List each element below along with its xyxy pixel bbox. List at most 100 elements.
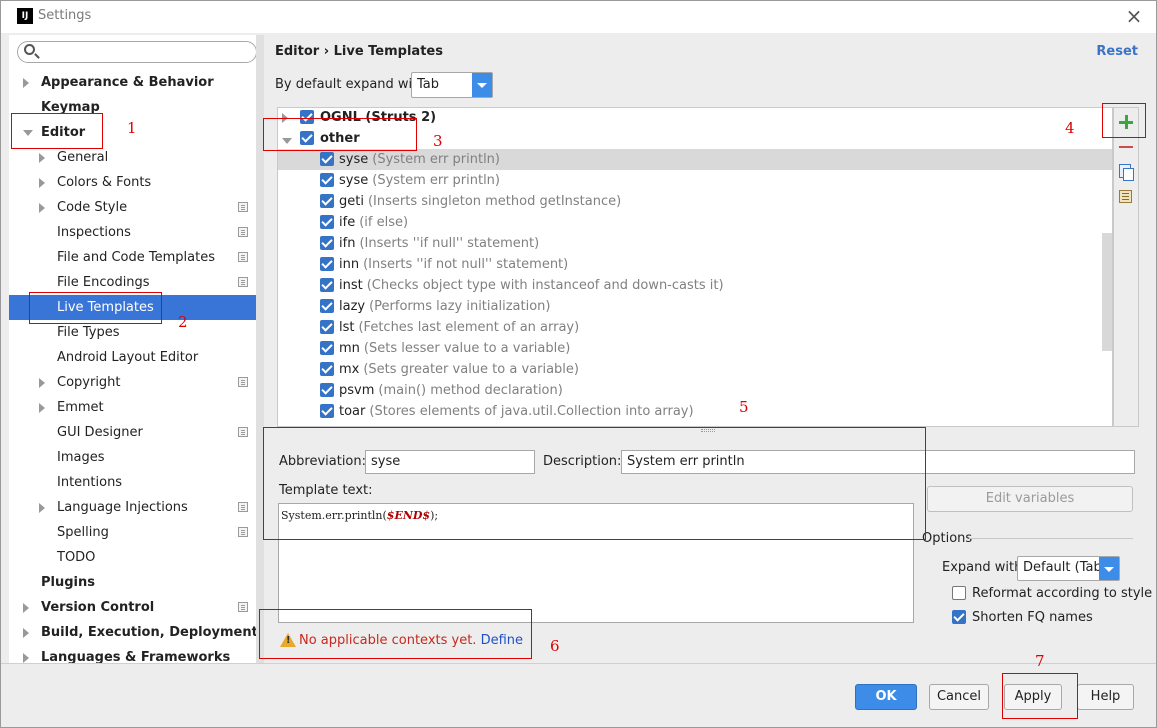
template-row[interactable]: psvm (main() method declaration): [278, 380, 1112, 401]
template-text: psvm (main() method declaration): [339, 380, 563, 401]
template-checkbox[interactable]: [320, 236, 334, 250]
help-button[interactable]: Help: [1077, 684, 1134, 710]
reformat-label: Reformat according to style: [972, 586, 1153, 601]
template-checkbox[interactable]: [320, 194, 334, 208]
template-abbreviation: inst: [339, 278, 363, 293]
sidebar-item-appearance-behavior[interactable]: Appearance & Behavior: [9, 70, 264, 95]
template-checkbox[interactable]: [320, 152, 334, 166]
template-checkbox[interactable]: [320, 320, 334, 334]
sidebar-item-emmet[interactable]: Emmet: [9, 395, 264, 420]
sidebar-item-code-style[interactable]: Code Style: [9, 195, 264, 220]
sidebar-item-spelling[interactable]: Spelling: [9, 520, 264, 545]
collapse-arrow-icon[interactable]: [39, 203, 45, 213]
template-checkbox[interactable]: [320, 173, 334, 187]
collapse-arrow-icon[interactable]: [23, 628, 29, 638]
template-row[interactable]: lst (Fetches last element of an array): [278, 317, 1112, 338]
template-text: ifn (Inserts ''if null'' statement): [339, 233, 539, 254]
template-text: inn (Inserts ''if not null'' statement): [339, 254, 568, 275]
collapse-arrow-icon[interactable]: [23, 653, 29, 663]
template-text: toar (Stores elements of java.util.Collec…: [339, 401, 694, 422]
collapse-arrow-icon[interactable]: [23, 78, 29, 88]
sidebar-item-inspections[interactable]: Inspections: [9, 220, 264, 245]
template-checkbox[interactable]: [320, 257, 334, 271]
remove-icon[interactable]: [1119, 146, 1133, 148]
copy-icon[interactable]: [1119, 164, 1134, 181]
template-abbreviation: syse: [339, 173, 369, 188]
sidebar-item-language-injections[interactable]: Language Injections: [9, 495, 264, 520]
sidebar-item-plugins[interactable]: Plugins: [9, 570, 264, 595]
search-input[interactable]: [17, 41, 257, 63]
sidebar-item-images[interactable]: Images: [9, 445, 264, 470]
sidebar-item-colors-fonts[interactable]: Colors & Fonts: [9, 170, 264, 195]
collapse-arrow-icon[interactable]: [39, 153, 45, 163]
template-row[interactable]: syse (System err println): [278, 170, 1112, 191]
template-abbreviation: lst: [339, 320, 355, 335]
template-checkbox[interactable]: [320, 215, 334, 229]
sidebar-item-gui-designer[interactable]: GUI Designer: [9, 420, 264, 445]
sidebar-item-label: Intentions: [57, 475, 123, 490]
sidebar-item-android-layout-editor[interactable]: Android Layout Editor: [9, 345, 264, 370]
template-row[interactable]: geti (Inserts singleton method getInstanc…: [278, 191, 1112, 212]
sidebar-item-label: Languages & Frameworks: [41, 650, 231, 663]
template-row[interactable]: mx (Sets greater value to a variable): [278, 359, 1112, 380]
collapse-arrow-icon[interactable]: [39, 403, 45, 413]
annotation-number-3: 3: [433, 132, 443, 150]
templates-scrollbar[interactable]: [1102, 233, 1112, 351]
template-row[interactable]: ife (if else): [278, 212, 1112, 233]
footer-separator: [1, 663, 1156, 664]
template-row[interactable]: inst (Checks object type with instanceof …: [278, 275, 1112, 296]
template-abbreviation: syse: [339, 152, 369, 167]
reformat-checkbox[interactable]: [952, 586, 966, 600]
template-row[interactable]: ifn (Inserts ''if null'' statement): [278, 233, 1112, 254]
sidebar-item-label: Images: [57, 450, 105, 465]
template-checkbox[interactable]: [320, 278, 334, 292]
sidebar-item-todo[interactable]: TODO: [9, 545, 264, 570]
template-checkbox[interactable]: [320, 404, 334, 418]
collapse-arrow-icon[interactable]: [39, 178, 45, 188]
sidebar-item-intentions[interactable]: Intentions: [9, 470, 264, 495]
collapse-arrow-icon[interactable]: [39, 378, 45, 388]
sidebar-item-version-control[interactable]: Version Control: [9, 595, 264, 620]
sidebar-item-file-and-code-templates[interactable]: File and Code Templates: [9, 245, 264, 270]
template-description: (Sets lesser value to a variable): [363, 341, 571, 356]
sidebar-item-label: Version Control: [41, 600, 155, 615]
cancel-button[interactable]: Cancel: [929, 684, 989, 710]
sidebar-item-copyright[interactable]: Copyright: [9, 370, 264, 395]
template-abbreviation: lazy: [339, 299, 366, 314]
sidebar-item-languages-frameworks[interactable]: Languages & Frameworks: [9, 645, 264, 663]
template-row[interactable]: mn (Sets lesser value to a variable): [278, 338, 1112, 359]
edit-variables-button[interactable]: Edit variables: [927, 486, 1133, 512]
template-abbreviation: psvm: [339, 383, 375, 398]
project-settings-icon: [238, 527, 248, 537]
sidebar-item-build-execution-deployment[interactable]: Build, Execution, Deployment: [9, 620, 264, 645]
sidebar-item-label: Language Injections: [57, 500, 188, 515]
collapse-arrow-icon[interactable]: [39, 503, 45, 513]
template-text: lazy (Performs lazy initialization): [339, 296, 550, 317]
template-row[interactable]: syse (System err println): [278, 149, 1112, 170]
template-checkbox[interactable]: [320, 383, 334, 397]
reset-link[interactable]: Reset: [1096, 44, 1138, 59]
template-row[interactable]: toar (Stores elements of java.util.Collec…: [278, 401, 1112, 422]
close-icon[interactable]: ×: [1122, 5, 1146, 29]
shorten-fq-checkbox[interactable]: [952, 610, 966, 624]
expand-with-select[interactable]: Default (Tab): [1017, 556, 1120, 581]
template-row[interactable]: lazy (Performs lazy initialization): [278, 296, 1112, 317]
ok-button[interactable]: OK: [855, 684, 917, 710]
template-abbreviation: toar: [339, 404, 366, 419]
template-checkbox[interactable]: [320, 341, 334, 355]
template-description: (Inserts ''if null'' statement): [359, 236, 540, 251]
template-checkbox[interactable]: [320, 362, 334, 376]
collapse-arrow-icon[interactable]: [23, 603, 29, 613]
template-row[interactable]: inn (Inserts ''if not null'' statement): [278, 254, 1112, 275]
template-checkbox[interactable]: [320, 299, 334, 313]
template-description: (Inserts singleton method getInstance): [367, 194, 622, 209]
chevron-down-icon: [1099, 557, 1119, 580]
options-label: Options: [922, 531, 973, 546]
sidebar-item-label: GUI Designer: [57, 425, 143, 440]
sidebar-item-label: Appearance & Behavior: [41, 75, 214, 90]
annotation-number-1: 1: [127, 119, 137, 137]
default-expand-select[interactable]: Tab: [411, 72, 493, 98]
templates-toolbar: [1113, 107, 1139, 427]
restore-template-icon[interactable]: [1119, 190, 1132, 203]
project-settings-icon: [238, 252, 248, 262]
